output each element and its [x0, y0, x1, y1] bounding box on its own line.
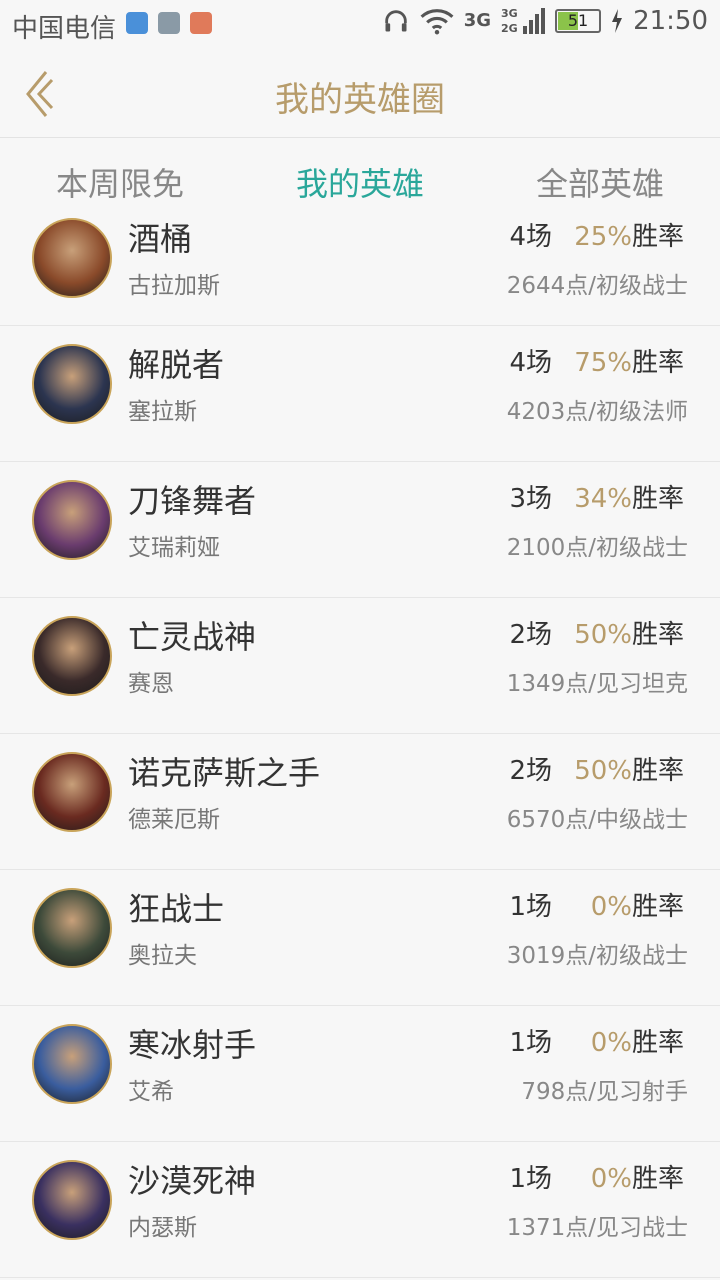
- win-rate: 75%胜率: [574, 342, 684, 379]
- hero-name: 沙漠死神: [128, 1162, 257, 1200]
- hero-points: 1349点/见习坦克: [506, 671, 688, 697]
- tab-label: 本周限免: [55, 165, 184, 203]
- page-title: 我的英雄圈: [275, 80, 445, 120]
- hero-points: 1371点/见习战士: [506, 1215, 688, 1241]
- hero-title: 奥拉夫: [128, 943, 197, 969]
- battery-level: 51: [567, 11, 589, 30]
- clock: 21:50: [633, 6, 708, 36]
- headphones-icon: [385, 10, 407, 32]
- hero-points: 2644点/初级战士: [506, 273, 688, 299]
- hero-title: 德莱厄斯: [128, 807, 220, 833]
- hero-name: 解脱者: [128, 346, 225, 384]
- hero-title: 赛恩: [128, 671, 174, 697]
- win-rate-value: 75%: [574, 348, 632, 378]
- win-rate-label: 胜率: [631, 484, 684, 514]
- hero-points: 6570点/中级战士: [506, 807, 688, 833]
- games-count: 2场: [509, 620, 552, 650]
- hero-name: 亡灵战神: [128, 618, 257, 656]
- health-app-icon: [126, 12, 148, 34]
- win-rate: 34%胜率: [574, 478, 684, 515]
- charging-icon: [612, 9, 623, 33]
- hero-title: 塞拉斯: [128, 399, 197, 425]
- win-rate-label: 胜率: [631, 892, 684, 922]
- tab-label: 全部英雄: [535, 165, 664, 203]
- notification-icons: [126, 12, 212, 34]
- win-rate-label: 胜率: [631, 756, 684, 786]
- win-rate: 0%胜率: [591, 1022, 684, 1059]
- win-rate: 0%胜率: [591, 1158, 684, 1195]
- list-item[interactable]: 亡灵战神 赛恩 2场 50%胜率 1349点/见习坦克: [0, 598, 720, 734]
- win-rate: 50%胜率: [574, 750, 684, 787]
- win-rate-label: 胜率: [631, 348, 684, 378]
- games-count: 4场: [509, 348, 552, 378]
- list-item[interactable]: 诺克萨斯之手 德莱厄斯 2场 50%胜率 6570点/中级战士: [0, 734, 720, 870]
- hero-title: 内瑟斯: [128, 1215, 197, 1241]
- hero-title: 艾瑞莉娅: [128, 535, 220, 561]
- svg-text:2G: 2G: [501, 22, 518, 35]
- win-rate: 0%胜率: [591, 886, 684, 923]
- hero-points: 4203点/初级法师: [506, 399, 688, 425]
- hero-avatar: [32, 888, 112, 968]
- network-3g-label: 3G: [463, 10, 492, 31]
- hero-avatar: [32, 480, 112, 560]
- signal-icon: 3G 2G: [501, 7, 546, 35]
- games-count: 1场: [509, 1028, 552, 1058]
- hero-points: 2100点/初级战士: [506, 535, 688, 561]
- hero-title: 古拉加斯: [128, 273, 220, 299]
- win-rate-label: 胜率: [631, 222, 684, 252]
- hero-avatar: [32, 1160, 112, 1240]
- list-item[interactable]: 解脱者 塞拉斯 4场 75%胜率 4203点/初级法师: [0, 326, 720, 462]
- hero-avatar: [32, 344, 112, 424]
- hero-name: 刀锋舞者: [128, 482, 257, 520]
- games-count: 2场: [509, 756, 552, 786]
- gallery-app-icon: [158, 12, 180, 34]
- hero-avatar: [32, 616, 112, 696]
- list-item[interactable]: 酒桶 古拉加斯 4场 25%胜率 2644点/初级战士: [0, 200, 720, 326]
- win-rate-label: 胜率: [631, 620, 684, 650]
- list-item[interactable]: 沙漠死神 内瑟斯 1场 0%胜率 1371点/见习战士: [0, 1142, 720, 1278]
- win-rate-label: 胜率: [631, 1164, 684, 1194]
- tab-label: 我的英雄: [295, 165, 424, 203]
- app-notification-icon: [190, 12, 212, 34]
- svg-text:3G: 3G: [501, 7, 518, 20]
- list-item[interactable]: 刀锋舞者 艾瑞莉娅 3场 34%胜率 2100点/初级战士: [0, 462, 720, 598]
- games-count: 1场: [509, 892, 552, 922]
- games-count: 3场: [509, 484, 552, 514]
- hero-name: 狂战士: [128, 890, 225, 928]
- win-rate: 50%胜率: [574, 614, 684, 651]
- games-count: 4场: [509, 222, 552, 252]
- hero-name: 寒冰射手: [128, 1026, 257, 1064]
- list-item[interactable]: 寒冰射手 艾希 1场 0%胜率 798点/见习射手: [0, 1006, 720, 1142]
- win-rate-value: 34%: [574, 484, 632, 514]
- list-item[interactable]: 狂战士 奥拉夫 1场 0%胜率 3019点/初级战士: [0, 870, 720, 1006]
- win-rate-value: 0%: [590, 892, 632, 922]
- battery-icon: 51: [555, 9, 602, 33]
- win-rate-value: 25%: [574, 222, 632, 252]
- wifi-icon: [420, 9, 454, 35]
- hero-points: 3019点/初级战士: [506, 943, 688, 969]
- title-bar: 我的英雄圈: [0, 50, 720, 138]
- hero-title: 艾希: [128, 1079, 174, 1105]
- win-rate-value: 50%: [574, 756, 632, 786]
- carrier-label: 中国电信: [12, 14, 117, 44]
- win-rate-label: 胜率: [631, 1028, 684, 1058]
- hero-avatar: [32, 1024, 112, 1104]
- win-rate-value: 0%: [590, 1164, 632, 1194]
- games-count: 1场: [509, 1164, 552, 1194]
- status-right: 3G 3G 2G 51 21:50: [382, 6, 708, 36]
- win-rate-value: 0%: [590, 1028, 632, 1058]
- win-rate-value: 50%: [574, 620, 632, 650]
- hero-name: 酒桶: [128, 220, 193, 258]
- hero-avatar: [32, 752, 112, 832]
- status-bar: 中国电信 3G 3G 2G 51 21:50: [0, 0, 720, 50]
- hero-name: 诺克萨斯之手: [128, 754, 321, 792]
- hero-avatar: [32, 218, 112, 298]
- hero-list: 酒桶 古拉加斯 4场 25%胜率 2644点/初级战士 解脱者 塞拉斯 4场 7…: [0, 200, 720, 1278]
- win-rate: 25%胜率: [574, 216, 684, 253]
- hero-points: 798点/见习射手: [521, 1079, 688, 1105]
